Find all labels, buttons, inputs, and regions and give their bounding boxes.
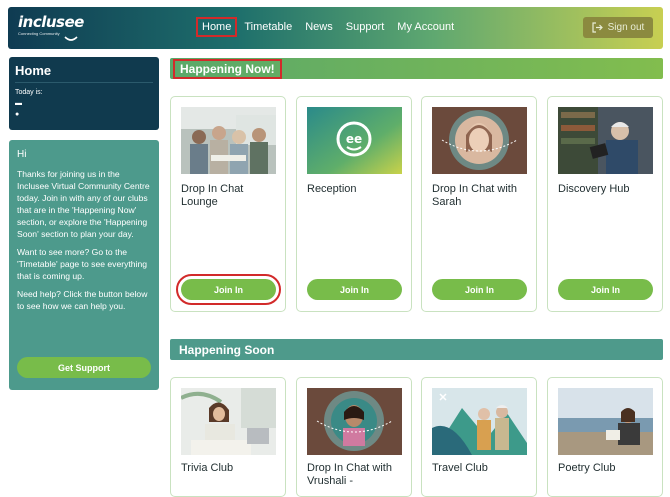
club-card: Discovery Hub Join In	[547, 96, 663, 312]
home-panel: Home Today is: ▬ ●	[9, 57, 159, 130]
logo-text: inclusee	[18, 13, 84, 31]
get-support-button[interactable]: Get Support	[17, 357, 151, 378]
inclusee-logo[interactable]: inclusee Connecting Community	[18, 13, 84, 41]
greeting: Hi	[17, 149, 27, 160]
club-image	[181, 388, 276, 455]
nav-timetable[interactable]: Timetable	[238, 17, 298, 37]
clock-icon: ●	[15, 111, 20, 118]
nav-home[interactable]: Home	[196, 17, 238, 37]
club-title: Discovery Hub	[558, 183, 630, 195]
smile-icon	[64, 36, 78, 41]
home-title: Home	[15, 63, 153, 83]
sign-out-button[interactable]: Sign out	[583, 17, 653, 38]
club-title: Drop In Chat with Vrushali -	[307, 462, 392, 487]
club-card: Drop In Chat Lounge Join In	[170, 96, 286, 312]
sign-out-icon	[592, 22, 603, 33]
nav-my-account[interactable]: My Account	[391, 17, 460, 37]
club-image	[307, 388, 402, 455]
main-nav: Home Timetable News Support My Account	[196, 17, 461, 37]
club-card[interactable]: Trivia Club	[170, 377, 286, 497]
nav-support[interactable]: Support	[340, 17, 391, 37]
today-label: Today is:	[15, 89, 43, 96]
club-title: Trivia Club	[181, 462, 234, 474]
club-card: ee Reception Join In	[296, 96, 412, 312]
club-image	[558, 107, 653, 174]
club-title: Drop In Chat Lounge	[181, 183, 244, 208]
help-paragraph: Need help? Click the button below to see…	[17, 289, 148, 311]
happening-now-header: Happening Now!	[170, 58, 663, 79]
happening-soon-title: Happening Soon	[179, 342, 275, 357]
club-card[interactable]: Poetry Club	[547, 377, 663, 497]
welcome-panel: Hi Thanks for joining us in the Inclusee…	[9, 140, 159, 390]
nav-news[interactable]: News	[299, 17, 339, 37]
club-card[interactable]: Drop In Chat with Vrushali -	[296, 377, 412, 497]
happening-soon-header: Happening Soon	[170, 339, 663, 360]
club-image	[558, 388, 653, 455]
join-in-button[interactable]: Join In	[307, 279, 402, 300]
club-title: Travel Club	[432, 462, 488, 474]
timetable-paragraph: Want to see more? Go to the 'Timetable' …	[17, 247, 148, 281]
welcome-paragraph: Thanks for joining us in the Inclusee Vi…	[17, 169, 150, 239]
join-in-button[interactable]: Join In	[176, 274, 281, 305]
club-image	[432, 107, 527, 174]
top-navigation-bar: inclusee Connecting Community Home Timet…	[8, 7, 663, 49]
club-image: ee	[307, 107, 402, 174]
club-image	[432, 388, 527, 455]
club-title: Reception	[307, 183, 357, 195]
club-image	[181, 107, 276, 174]
club-title: Poetry Club	[558, 462, 616, 474]
happening-now-title: Happening Now!	[173, 58, 282, 79]
club-card: Drop In Chat with Sarah Join In	[421, 96, 537, 312]
calendar-icon: ▬	[15, 100, 22, 107]
club-title: Drop In Chat with Sarah	[432, 183, 517, 208]
sign-out-label: Sign out	[607, 22, 645, 33]
svg-text:ee: ee	[346, 132, 362, 146]
join-in-button[interactable]: Join In	[558, 279, 653, 300]
join-in-button[interactable]: Join In	[432, 279, 527, 300]
club-card[interactable]: Travel Club	[421, 377, 537, 497]
